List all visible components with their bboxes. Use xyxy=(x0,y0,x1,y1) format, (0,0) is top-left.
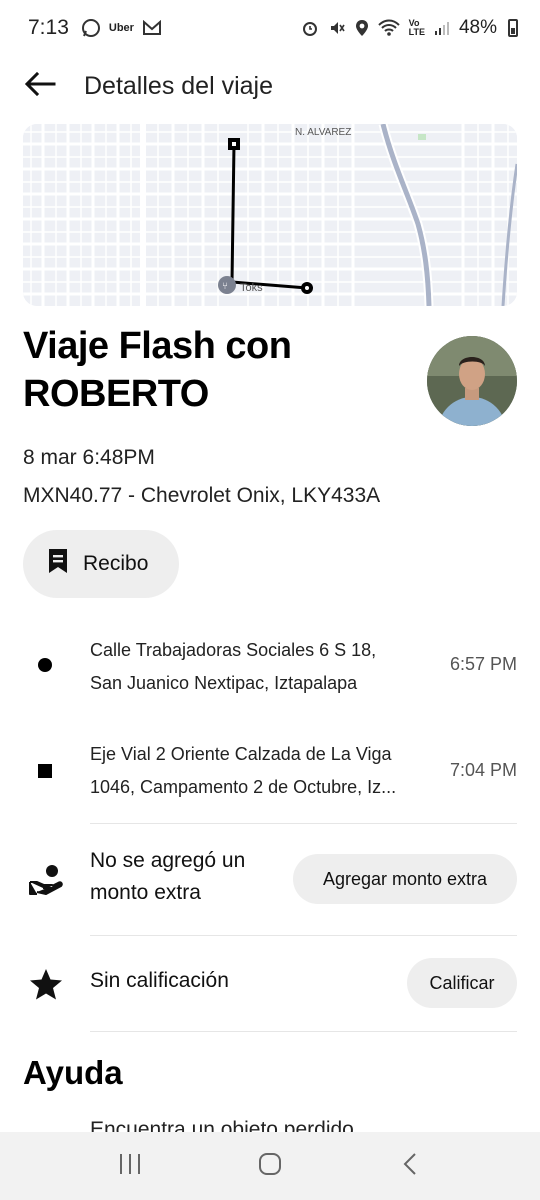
star-icon xyxy=(28,966,64,1002)
rating-status-label: Sin calificación xyxy=(90,969,229,992)
pickup-address-line2: San Juanico Nextipac, Iztapalapa xyxy=(90,673,358,693)
svg-text:⑂: ⑂ xyxy=(222,281,228,292)
rate-button[interactable]: Calificar xyxy=(407,958,517,1008)
divider xyxy=(90,823,517,824)
gmail-icon xyxy=(142,20,162,36)
hand-coin-icon xyxy=(28,862,64,898)
arrow-left-icon xyxy=(24,71,56,101)
tip-status-label: No se agregó un monto extra xyxy=(90,849,246,904)
dropoff-time: 7:04 PM xyxy=(449,760,517,780)
map-street-label: N. ALVAREZ xyxy=(295,127,351,138)
battery-percent: 48% xyxy=(458,17,497,38)
route-map[interactable]: N. ALVAREZ ⑂ Toks xyxy=(23,124,517,306)
recent-apps-icon xyxy=(118,1153,142,1180)
divider xyxy=(90,1031,517,1032)
receipt-button[interactable]: Recibo xyxy=(23,530,179,598)
uber-app-icon: Uber xyxy=(108,22,134,34)
dropoff-square-icon xyxy=(38,764,52,778)
stop-dropoff: Eje Vial 2 Oriente Calzada de La Viga 10… xyxy=(0,738,540,808)
volte-icon: Vo LTE xyxy=(408,18,425,37)
driver-avatar xyxy=(427,336,517,426)
pickup-dot-icon xyxy=(38,658,52,672)
page-title: Detalles del viaje xyxy=(84,71,273,100)
battery-icon xyxy=(508,19,518,37)
header: Detalles del viaje xyxy=(0,56,540,116)
trip-title: Viaje Flash con ROBERTO xyxy=(23,325,292,415)
home-button[interactable] xyxy=(240,1136,300,1196)
status-time: 7:13 xyxy=(28,16,69,39)
location-icon xyxy=(355,19,369,37)
divider xyxy=(90,935,517,936)
dropoff-address-line2: 1046, Campamento 2 de Octubre, Iz... xyxy=(90,777,397,797)
whatsapp-icon xyxy=(81,18,101,38)
system-nav-bar xyxy=(0,1132,540,1200)
map-poi-label: Toks xyxy=(240,282,263,294)
stop-pickup: Calle Trabajadoras Sociales 6 S 18, San … xyxy=(0,632,540,702)
mute-icon xyxy=(328,19,346,37)
signal-icon xyxy=(434,20,450,36)
dropoff-address-line1: Eje Vial 2 Oriente Calzada de La Viga xyxy=(90,744,392,764)
chevron-left-icon xyxy=(402,1152,418,1181)
pickup-time: 6:57 PM xyxy=(449,654,517,674)
pickup-address-line1: Calle Trabajadoras Sociales 6 S 18, xyxy=(90,640,377,660)
back-button[interactable] xyxy=(0,56,80,116)
alarm-icon xyxy=(301,19,319,37)
add-tip-button[interactable]: Agregar monto extra xyxy=(293,854,517,904)
back-nav-button[interactable] xyxy=(380,1136,440,1196)
recent-apps-button[interactable] xyxy=(100,1136,160,1196)
status-bar: 7:13 Uber Vo LTE 48% xyxy=(0,0,540,56)
receipt-icon xyxy=(47,548,69,580)
trip-fare-vehicle: MXN40.77 - Chevrolet Onix, LKY433A xyxy=(23,484,381,507)
home-icon xyxy=(258,1152,282,1181)
trip-date: 8 mar 6:48PM xyxy=(23,446,155,469)
help-section-title: Ayuda xyxy=(23,1054,123,1091)
wifi-icon xyxy=(377,19,400,37)
receipt-label: Recibo xyxy=(83,552,149,575)
